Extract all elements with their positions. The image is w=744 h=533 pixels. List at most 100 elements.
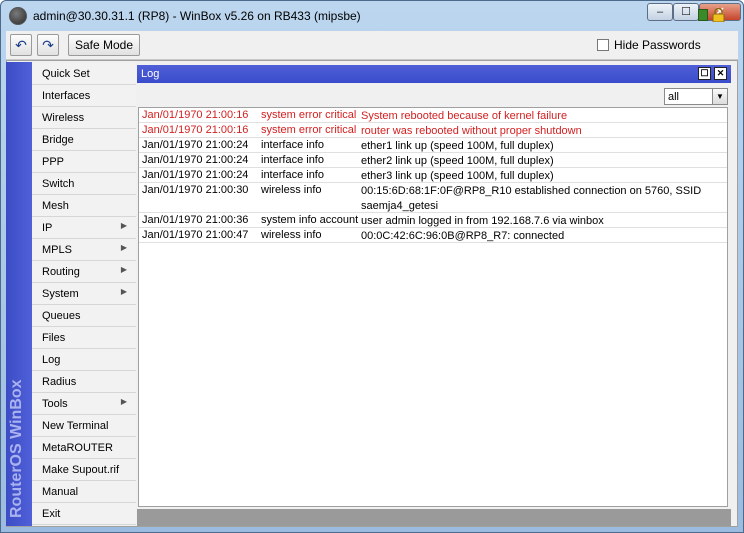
log-message-cell: System rebooted because of kernel failur… <box>361 110 568 122</box>
menu-item-ip[interactable]: IP ▶ <box>32 217 136 239</box>
menu-item-label: Log <box>42 354 61 366</box>
menu-item-wireless[interactable]: Wireless <box>32 107 136 129</box>
minimize-button[interactable]: – <box>647 3 673 21</box>
log-topics-cell: interface info <box>261 169 324 181</box>
log-message-cell: 00:15:6D:68:1F:0F@RP8_R10 established co… <box>361 185 702 212</box>
undo-button[interactable]: ↶ <box>10 34 32 56</box>
window-title: admin@30.30.31.1 (RP8) - WinBox v5.26 on… <box>33 9 361 23</box>
log-topics-cell: wireless info <box>261 184 322 196</box>
menu-item-label: Manual <box>42 486 79 498</box>
submenu-arrow-icon: ▶ <box>120 243 127 252</box>
title-bar[interactable]: admin@30.30.31.1 (RP8) - WinBox v5.26 on… <box>1 1 743 31</box>
hide-passwords-label: Hide Passwords <box>614 38 701 52</box>
menu-item-label: Bridge <box>42 134 74 146</box>
chevron-down-icon[interactable]: ▼ <box>712 89 727 104</box>
submenu-arrow-icon: ▶ <box>120 397 127 406</box>
menu-item-make-supout-rif[interactable]: Make Supout.rif <box>32 459 136 481</box>
menu-item-exit[interactable]: Exit <box>32 503 136 525</box>
menu-item-mpls[interactable]: MPLS ▶ <box>32 239 136 261</box>
log-entry-row[interactable]: Jan/01/1970 21:00:47 wireless info 00:0C:4… <box>139 228 727 243</box>
safe-mode-button[interactable]: Safe Mode <box>68 34 140 56</box>
log-close-button[interactable]: ✕ <box>714 67 727 80</box>
log-message-cell: user admin logged in from 192.168.7.6 vi… <box>361 215 604 227</box>
log-message-cell: router was rebooted without proper shutd… <box>361 125 582 137</box>
log-window-header[interactable]: Log ☐ ✕ <box>137 65 731 83</box>
submenu-arrow-icon: ▶ <box>120 221 127 230</box>
log-topics-cell: system error critical <box>261 124 357 136</box>
menu-item-new-terminal[interactable]: New Terminal <box>32 415 136 437</box>
menu-item-label: IP <box>42 222 53 234</box>
menu-item-queues[interactable]: Queues <box>32 305 136 327</box>
log-topics-cell: system info account <box>261 214 359 226</box>
submenu-arrow-icon: ▶ <box>120 287 127 296</box>
log-entry-row[interactable]: Jan/01/1970 21:00:36 system info account u… <box>139 213 727 228</box>
menu-item-manual[interactable]: Manual <box>32 481 136 503</box>
log-entry-row[interactable]: Jan/01/1970 21:00:16 system error critica… <box>139 123 727 138</box>
menu-item-ppp[interactable]: PPP <box>32 151 136 173</box>
menu-item-label: Make Supout.rif <box>42 464 120 476</box>
log-entry-row[interactable]: Jan/01/1970 21:00:24 interface info ether3… <box>139 168 727 183</box>
menu-item-interfaces[interactable]: Interfaces <box>32 85 136 107</box>
brand-text: RouterOS WinBox <box>8 379 25 518</box>
log-time-cell: Jan/01/1970 21:00:24 <box>142 139 249 151</box>
log-time-cell: Jan/01/1970 21:00:24 <box>142 154 249 166</box>
menu-item-label: New Terminal <box>42 420 109 432</box>
maximize-button[interactable]: ☐ <box>673 3 699 21</box>
submenu-arrow-icon: ▶ <box>120 265 127 274</box>
log-time-cell: Jan/01/1970 21:00:47 <box>142 229 249 241</box>
menu-item-label: MPLS <box>42 244 72 256</box>
status-strip <box>137 509 731 526</box>
menu-item-mesh[interactable]: Mesh <box>32 195 136 217</box>
log-table: Jan/01/1970 21:00:16 system error critica… <box>138 107 728 507</box>
connection-status-icon <box>698 9 708 21</box>
menu-item-label: Switch <box>42 178 75 190</box>
menu-item-switch[interactable]: Switch <box>32 173 136 195</box>
menu-item-label: MetaROUTER <box>42 442 113 454</box>
menu-item-radius[interactable]: Radius <box>32 371 136 393</box>
menu-item-label: Mesh <box>42 200 69 212</box>
log-filter-value: all <box>668 91 680 103</box>
menu-item-tools[interactable]: Tools ▶ <box>32 393 136 415</box>
log-time-cell: Jan/01/1970 21:00:24 <box>142 169 249 181</box>
log-message-cell: ether3 link up (speed 100M, full duplex) <box>361 170 554 182</box>
main-menu: Quick Set Interfaces Wireless Bridge PPP Swit… <box>32 62 136 526</box>
checkbox-box[interactable] <box>597 39 609 51</box>
log-time-cell: Jan/01/1970 21:00:36 <box>142 214 249 226</box>
winbox-app-icon <box>9 7 27 25</box>
menu-item-files[interactable]: Files <box>32 327 136 349</box>
menu-item-label: PPP <box>42 156 65 168</box>
menu-item-log[interactable]: Log <box>32 349 136 371</box>
log-filter-select[interactable]: all ▼ <box>664 88 728 105</box>
log-entry-row[interactable]: Jan/01/1970 21:00:30 wireless info 00:15:6… <box>139 183 727 213</box>
log-time-cell: Jan/01/1970 21:00:16 <box>142 109 249 121</box>
lock-icon <box>712 8 725 22</box>
menu-item-label: Quick Set <box>42 68 90 80</box>
menu-item-metarouter[interactable]: MetaROUTER <box>32 437 136 459</box>
menu-item-routing[interactable]: Routing ▶ <box>32 261 136 283</box>
log-entry-row[interactable]: Jan/01/1970 21:00:24 interface info ether1… <box>139 138 727 153</box>
log-topics-cell: system error critical <box>261 109 357 121</box>
redo-button[interactable]: ↷ <box>37 34 59 56</box>
log-time-cell: Jan/01/1970 21:00:30 <box>142 184 249 196</box>
log-message-cell: ether1 link up (speed 100M, full duplex) <box>361 140 554 152</box>
undo-icon: ↶ <box>15 37 27 53</box>
menu-item-label: Interfaces <box>42 90 91 102</box>
menu-item-label: Tools <box>42 398 68 410</box>
log-entry-row[interactable]: Jan/01/1970 21:00:24 interface info ether2… <box>139 153 727 168</box>
menu-item-quick-set[interactable]: Quick Set <box>32 63 136 85</box>
log-topics-cell: wireless info <box>261 229 322 241</box>
log-time-cell: Jan/01/1970 21:00:16 <box>142 124 249 136</box>
menu-item-label: Files <box>42 332 66 344</box>
menu-item-system[interactable]: System ▶ <box>32 283 136 305</box>
menu-item-bridge[interactable]: Bridge <box>32 129 136 151</box>
routeros-brand-bar: RouterOS WinBox <box>6 62 32 526</box>
menu-item-label: Radius <box>42 376 77 388</box>
log-restore-button[interactable]: ☐ <box>698 67 711 80</box>
log-message-cell: 00:0C:42:6C:96:0B@RP8_R7: connected <box>361 230 565 242</box>
redo-icon: ↷ <box>42 37 54 53</box>
log-window-title: Log <box>141 68 160 80</box>
hide-passwords-checkbox[interactable]: Hide Passwords <box>597 38 701 52</box>
menu-item-label: System <box>42 288 79 300</box>
log-topics-cell: interface info <box>261 139 324 151</box>
log-entry-row[interactable]: Jan/01/1970 21:00:16 system error critica… <box>139 108 727 123</box>
